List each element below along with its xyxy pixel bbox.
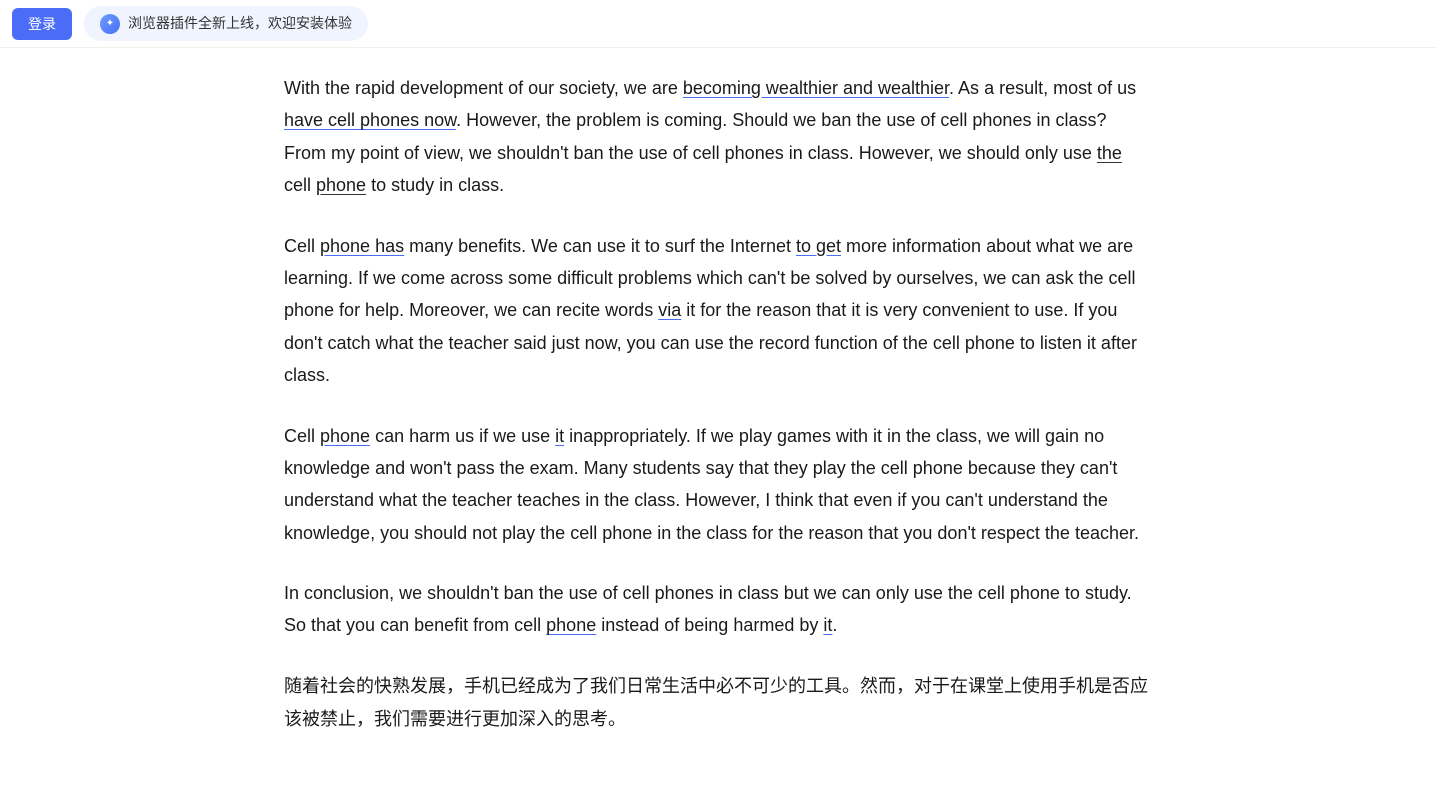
underlined-phrase-4: to get: [796, 236, 841, 256]
underlined-word-4: phone: [320, 426, 370, 446]
content-area: With the rapid development of our societ…: [0, 48, 1436, 804]
underlined-phrase-3: phone has: [320, 236, 404, 256]
underlined-word-7: it: [823, 615, 832, 635]
plugin-text: 浏览器插件全新上线，欢迎安装体验: [128, 11, 352, 36]
underlined-phrase-2: have cell phones now: [284, 110, 456, 130]
underlined-phrase-1: becoming wealthier and wealthier: [683, 78, 949, 98]
underlined-word-6: phone: [546, 615, 596, 635]
login-button[interactable]: 登录: [12, 8, 72, 40]
paragraph-3: Cell phone can harm us if we use it inap…: [284, 420, 1152, 550]
paragraph-2: Cell phone has many benefits. We can use…: [284, 230, 1152, 392]
plugin-banner[interactable]: ✦ 浏览器插件全新上线，欢迎安装体验: [84, 6, 368, 41]
header-bar: 登录 ✦ 浏览器插件全新上线，欢迎安装体验: [0, 0, 1436, 48]
paragraph-4: In conclusion, we shouldn't ban the use …: [284, 577, 1152, 642]
article-body: With the rapid development of our societ…: [0, 72, 1436, 736]
underlined-word-5: it: [555, 426, 564, 446]
underlined-word-1: the: [1097, 143, 1122, 163]
underlined-word-2: phone: [316, 175, 366, 195]
paragraph-1: With the rapid development of our societ…: [284, 72, 1152, 202]
paragraph-5-chinese: 随着社会的快熟发展，手机已经成为了我们日常生活中必不可少的工具。然而，对于在课堂…: [284, 670, 1152, 737]
underlined-word-3: via: [658, 300, 681, 320]
plugin-icon: ✦: [100, 14, 120, 34]
